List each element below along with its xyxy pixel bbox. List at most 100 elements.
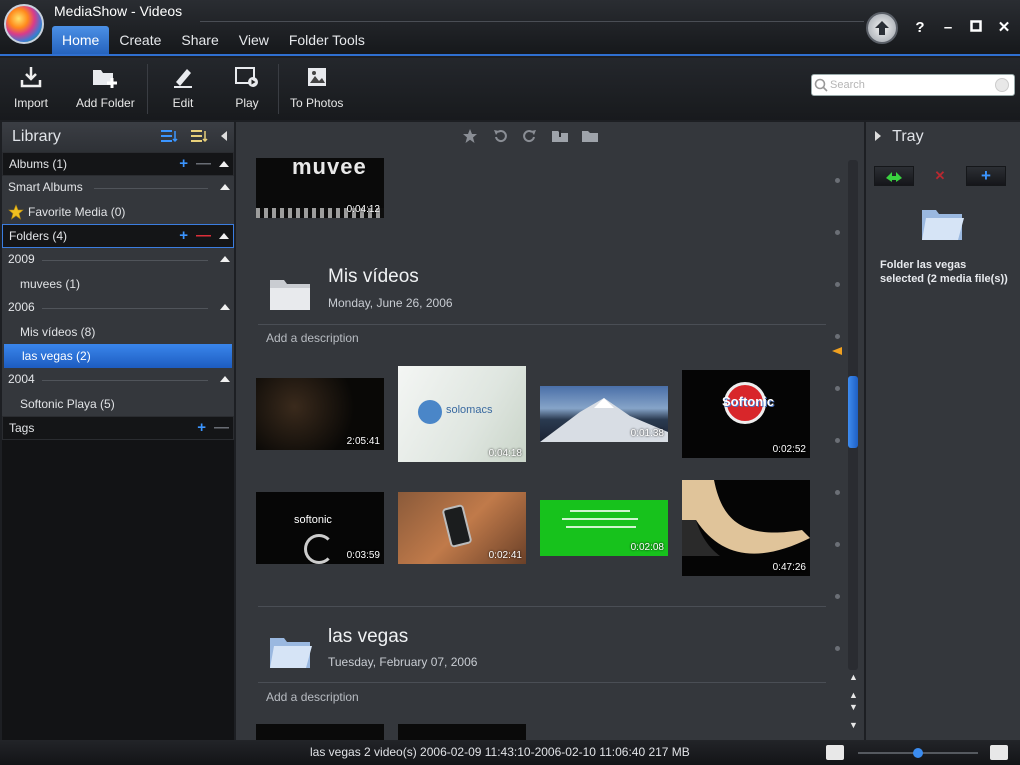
group-title: Mis vídeos bbox=[328, 266, 419, 287]
collapse-albums-icon[interactable] bbox=[219, 161, 229, 167]
collapse-panel-icon[interactable] bbox=[220, 130, 228, 142]
group-date: Tuesday, February 07, 2006 bbox=[328, 655, 478, 669]
video-thumbnail[interactable]: 0:01:38 bbox=[540, 386, 668, 442]
video-thumbnail[interactable]: 0:02:08 bbox=[540, 500, 668, 556]
close-icon[interactable]: ✕ bbox=[994, 18, 1014, 38]
scrollbar-thumb[interactable] bbox=[848, 376, 858, 448]
to-photos-button[interactable]: To Photos bbox=[290, 58, 343, 120]
folder-open-icon bbox=[922, 210, 964, 240]
scroll-down-icon[interactable]: ▼ bbox=[849, 702, 858, 712]
tray-move-button[interactable] bbox=[874, 166, 914, 186]
year-2006-group[interactable]: 2006 bbox=[2, 296, 234, 320]
remove-tag-icon[interactable]: — bbox=[214, 417, 229, 439]
folder-item-las-vegas[interactable]: las vegas (2) bbox=[4, 344, 232, 368]
vertical-scrollbar[interactable] bbox=[848, 160, 858, 670]
video-thumbnail[interactable]: 0:47:26 bbox=[682, 480, 810, 576]
folder-open-icon bbox=[270, 638, 312, 668]
folder-item-mis-videos[interactable]: Mis vídeos (8) bbox=[2, 320, 234, 344]
import-button[interactable]: Import bbox=[14, 58, 48, 120]
add-description-field[interactable]: Add a description bbox=[266, 690, 359, 704]
zoom-slider[interactable] bbox=[858, 748, 978, 758]
scroll-up-icon[interactable]: ▲ bbox=[849, 690, 858, 700]
add-folder-icon bbox=[90, 62, 120, 92]
year-2009-group[interactable]: 2009 bbox=[2, 248, 234, 272]
favorite-star-icon[interactable] bbox=[461, 127, 479, 145]
clear-search-icon[interactable] bbox=[994, 77, 1010, 93]
help-icon[interactable]: ? bbox=[910, 18, 930, 38]
tray-remove-button[interactable]: ✕ bbox=[920, 166, 960, 186]
expand-tray-icon[interactable] bbox=[874, 131, 882, 141]
group-date: Monday, June 26, 2006 bbox=[328, 296, 453, 310]
video-thumbnail[interactable]: solomacs 0:04:18 bbox=[398, 366, 526, 462]
video-thumbnail-muvee[interactable]: muvee 0:04:12 bbox=[256, 158, 384, 218]
favorite-media-item[interactable]: Favorite Media (0) bbox=[2, 200, 234, 224]
tray-panel: Tray ✕ + Folder las vegas selected (2 me… bbox=[866, 122, 1020, 740]
status-bar: las vegas 2 video(s) 2006-02-09 11:43:10… bbox=[0, 740, 1020, 765]
import-icon bbox=[16, 62, 46, 92]
tab-home[interactable]: Home bbox=[52, 26, 110, 54]
tray-header[interactable]: Tray bbox=[866, 122, 1020, 152]
video-thumbnail[interactable]: 0:02:41 bbox=[398, 492, 526, 564]
video-thumbnail[interactable] bbox=[256, 724, 384, 740]
move-to-folder-icon[interactable] bbox=[551, 127, 569, 145]
zoom-slider-knob[interactable] bbox=[913, 748, 923, 758]
upgrade-icon[interactable] bbox=[866, 12, 898, 44]
folder-item-muvees[interactable]: muvees (1) bbox=[2, 272, 234, 296]
library-empty-area bbox=[2, 440, 234, 740]
remove-album-icon[interactable]: — bbox=[196, 153, 211, 175]
video-thumbnail[interactable] bbox=[398, 724, 526, 740]
minimize-icon[interactable]: – bbox=[938, 18, 958, 38]
tray-buttons: ✕ + bbox=[874, 166, 1006, 186]
folder-item-softonic-playa[interactable]: Softonic Playa (5) bbox=[2, 392, 234, 416]
edit-icon bbox=[168, 62, 198, 92]
tab-create[interactable]: Create bbox=[109, 26, 171, 54]
folders-section[interactable]: Folders (4) + — bbox=[2, 224, 234, 248]
window-controls: ? – ✕ bbox=[866, 12, 1014, 44]
albums-section[interactable]: Albums (1) + — bbox=[2, 152, 234, 176]
tab-share[interactable]: Share bbox=[171, 26, 228, 54]
add-folder-button[interactable]: Add Folder bbox=[76, 58, 135, 120]
search-box bbox=[811, 74, 1015, 96]
smart-albums-section[interactable]: Smart Albums bbox=[2, 176, 234, 200]
add-folder-icon[interactable]: + bbox=[179, 225, 188, 247]
video-thumbnail[interactable]: Softonic 0:02:52 bbox=[682, 370, 810, 458]
tray-selection-info: Folder las vegas selected (2 media file(… bbox=[880, 259, 1008, 285]
rotate-right-icon[interactable] bbox=[521, 127, 539, 145]
sort-icon[interactable] bbox=[190, 129, 210, 143]
library-header: Library bbox=[2, 122, 234, 152]
tray-add-button[interactable]: + bbox=[966, 166, 1006, 186]
collapse-2004-icon[interactable] bbox=[220, 376, 230, 382]
thumbnail-large-icon[interactable] bbox=[990, 745, 1008, 760]
collapse-smart-albums-icon[interactable] bbox=[220, 184, 230, 190]
toolbar: Import Add Folder Edit Play To Photos bbox=[0, 58, 1020, 120]
folder-icon[interactable] bbox=[581, 127, 599, 145]
tab-view[interactable]: View bbox=[229, 26, 279, 54]
collapse-2006-icon[interactable] bbox=[220, 304, 230, 310]
status-text: las vegas 2 video(s) 2006-02-09 11:43:10… bbox=[310, 745, 690, 759]
search-input[interactable] bbox=[830, 75, 990, 95]
add-album-icon[interactable]: + bbox=[179, 153, 188, 175]
play-icon bbox=[232, 62, 262, 92]
video-thumbnail[interactable]: 2:05:41 bbox=[256, 378, 384, 450]
list-view-icon[interactable] bbox=[160, 129, 180, 143]
year-2004-group[interactable]: 2004 bbox=[2, 368, 234, 392]
video-thumbnail[interactable]: softonic 0:03:59 bbox=[256, 492, 384, 564]
scroll-bottom-icon[interactable]: ▼ bbox=[849, 720, 858, 730]
rotate-left-icon[interactable] bbox=[491, 127, 509, 145]
remove-folder-icon[interactable]: — bbox=[196, 225, 211, 247]
thumbnail-small-icon[interactable] bbox=[826, 745, 844, 760]
toolbar-separator bbox=[278, 64, 279, 114]
tab-folder-tools[interactable]: Folder Tools bbox=[279, 26, 375, 54]
add-description-field[interactable]: Add a description bbox=[266, 331, 359, 345]
play-button[interactable]: Play bbox=[232, 58, 262, 120]
collapse-folders-icon[interactable] bbox=[219, 233, 229, 239]
add-tag-icon[interactable]: + bbox=[197, 417, 206, 439]
title-divider bbox=[200, 21, 864, 22]
collapse-2009-icon[interactable] bbox=[220, 256, 230, 262]
maximize-icon[interactable] bbox=[966, 18, 986, 38]
search-icon bbox=[814, 78, 828, 92]
edit-button[interactable]: Edit bbox=[168, 58, 198, 120]
tags-section[interactable]: Tags + — bbox=[2, 416, 234, 440]
app-logo-icon[interactable] bbox=[4, 4, 44, 44]
scroll-top-icon[interactable]: ▲ bbox=[849, 672, 858, 682]
